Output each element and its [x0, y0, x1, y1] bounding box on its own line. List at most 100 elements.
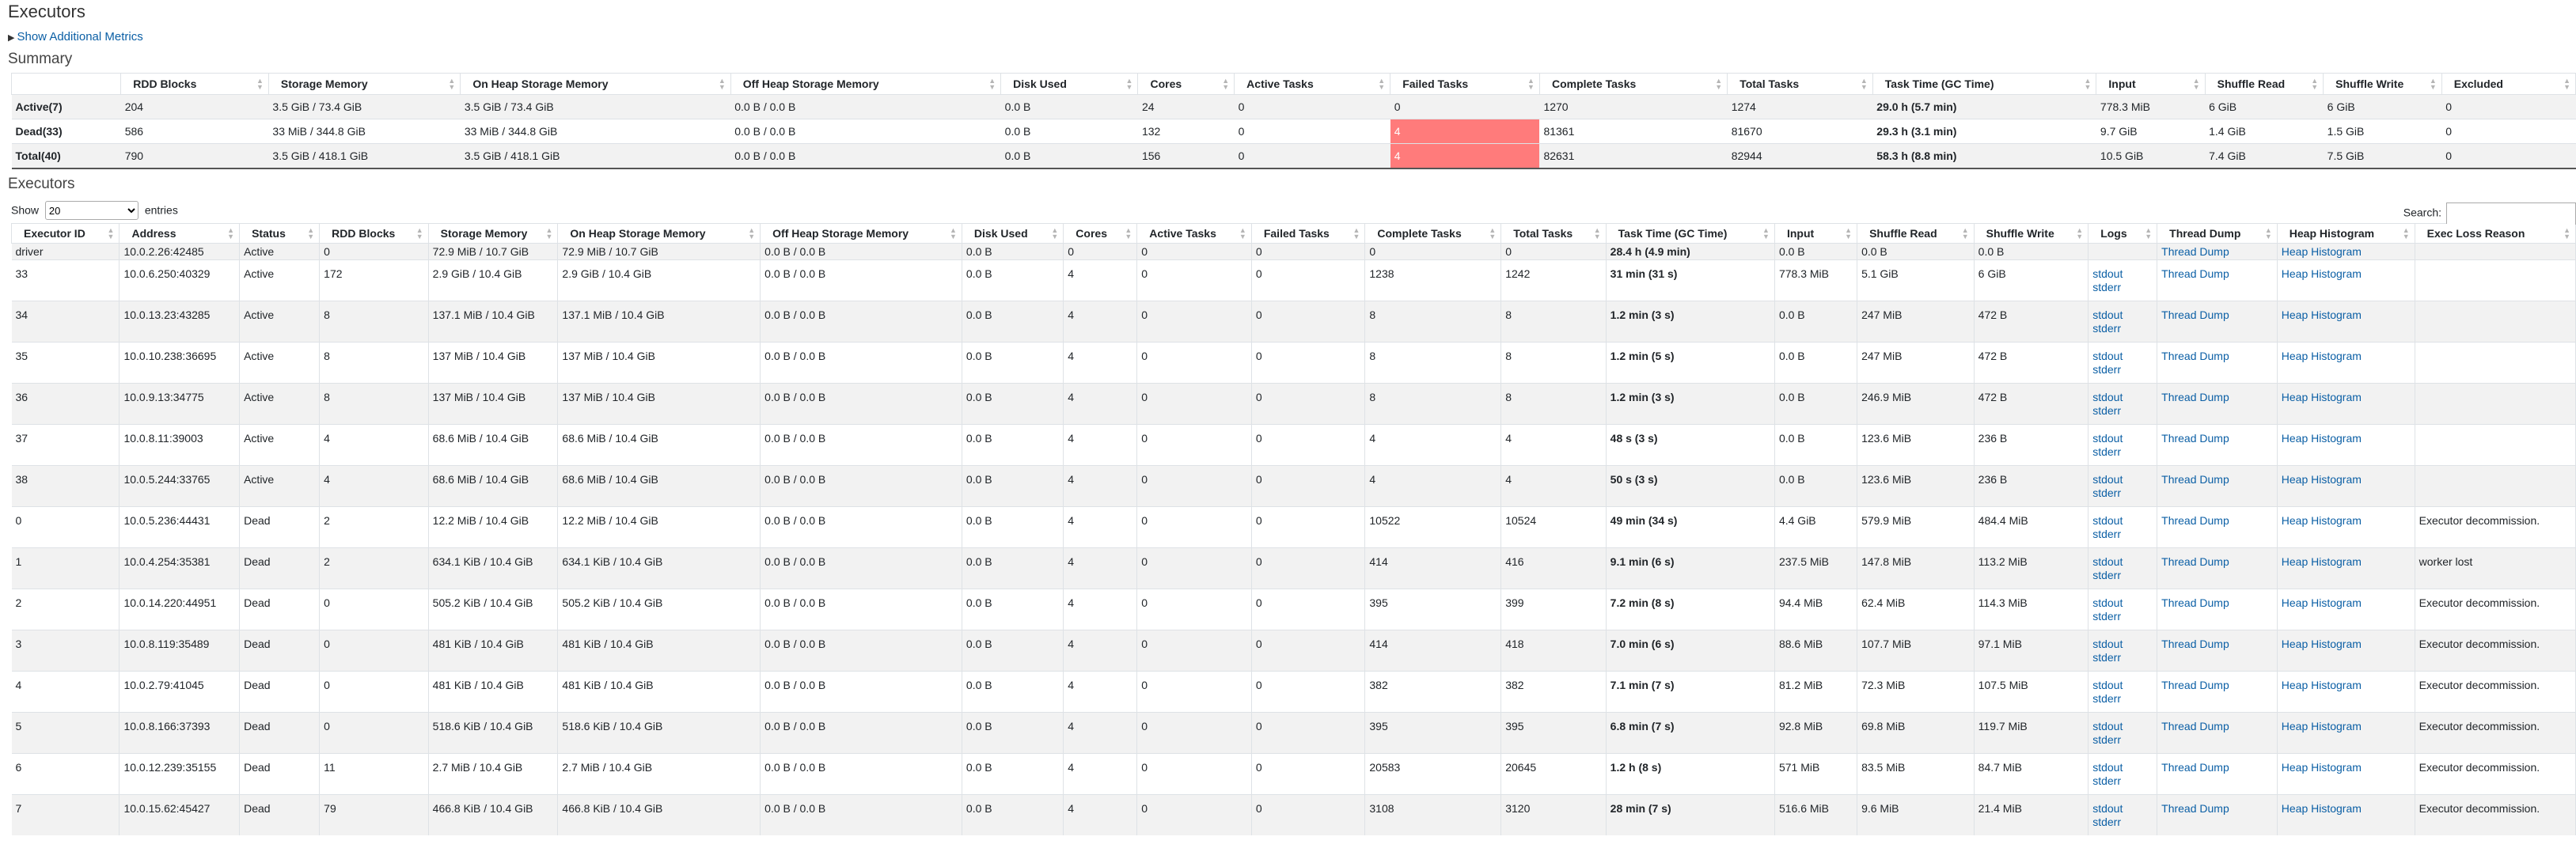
executors-header-disk-used[interactable]: Disk Used ▲ ▼	[961, 223, 1064, 244]
stderr-link[interactable]: stderr	[2092, 363, 2156, 377]
stdout-link[interactable]: stdout	[2092, 514, 2156, 528]
heap-histogram-link[interactable]: Heap Histogram	[2282, 514, 2414, 528]
summary-header-shuffle-read[interactable]: Shuffle Read ▲ ▼	[2204, 73, 2324, 95]
heap-histogram-link[interactable]: Heap Histogram	[2282, 391, 2414, 404]
executors-header-off-heap-storage-memory[interactable]: Off Heap Storage Memory ▲ ▼	[760, 223, 962, 244]
executors-header-input[interactable]: Input ▲ ▼	[1774, 223, 1858, 244]
stderr-link[interactable]: stderr	[2092, 733, 2156, 747]
stderr-link[interactable]: stderr	[2092, 486, 2156, 500]
executors-header-shuffle-write[interactable]: Shuffle Write ▲ ▼	[1973, 223, 2089, 244]
executors-header-exec-loss-reason[interactable]: Exec Loss Reason ▲ ▼	[2414, 223, 2576, 244]
thread-dump-link[interactable]: Thread Dump	[2161, 350, 2276, 363]
show-additional-metrics-toggle[interactable]: ▶ Show Additional Metrics	[8, 30, 143, 44]
stderr-link[interactable]: stderr	[2092, 445, 2156, 459]
stdout-link[interactable]: stdout	[2092, 555, 2156, 569]
thread-dump-link[interactable]: Thread Dump	[2161, 514, 2276, 528]
stderr-link[interactable]: stderr	[2092, 816, 2156, 829]
executors-header-cores[interactable]: Cores ▲ ▼	[1063, 223, 1138, 244]
summary-header-failed-tasks[interactable]: Failed Tasks ▲ ▼	[1390, 73, 1540, 95]
stderr-link[interactable]: stderr	[2092, 651, 2156, 664]
executors-header-total-tasks[interactable]: Total Tasks ▲ ▼	[1500, 223, 1607, 244]
executors-header-rdd-blocks[interactable]: RDD Blocks ▲ ▼	[319, 223, 429, 244]
summary-header-total-tasks[interactable]: Total Tasks ▲ ▼	[1727, 73, 1873, 95]
heap-histogram-link[interactable]: Heap Histogram	[2282, 308, 2414, 322]
summary-cell-active-tasks: 0	[1234, 94, 1390, 119]
summary-header-input[interactable]: Input ▲ ▼	[2096, 73, 2206, 95]
summary-header-storage-memory[interactable]: Storage Memory ▲ ▼	[267, 73, 461, 95]
heap-histogram-link[interactable]: Heap Histogram	[2282, 473, 2414, 486]
stderr-link[interactable]: stderr	[2092, 774, 2156, 788]
stdout-link[interactable]: stdout	[2092, 391, 2156, 404]
thread-dump-link[interactable]: Thread Dump	[2161, 267, 2276, 281]
executors-header-storage-memory[interactable]: Storage Memory ▲ ▼	[427, 223, 559, 244]
thread-dump-link[interactable]: Thread Dump	[2161, 679, 2276, 692]
thread-dump-link[interactable]: Thread Dump	[2161, 638, 2276, 651]
executors-header-on-heap-storage-memory[interactable]: On Heap Storage Memory ▲ ▼	[557, 223, 761, 244]
thread-dump-link[interactable]: Thread Dump	[2161, 473, 2276, 486]
thread-dump-link[interactable]: Thread Dump	[2161, 432, 2276, 445]
executors-header-shuffle-read[interactable]: Shuffle Read ▲ ▼	[1857, 223, 1975, 244]
heap-histogram-link[interactable]: Heap Histogram	[2282, 350, 2414, 363]
stdout-link[interactable]: stdout	[2092, 720, 2156, 733]
summary-header-excluded[interactable]: Excluded ▲ ▼	[2441, 73, 2576, 95]
summary-header-disk-used[interactable]: Disk Used ▲ ▼	[1000, 73, 1139, 95]
stderr-link[interactable]: stderr	[2092, 322, 2156, 335]
heap-histogram-link[interactable]: Heap Histogram	[2282, 638, 2414, 651]
summary-header-off-heap-storage-memory[interactable]: Off Heap Storage Memory ▲ ▼	[730, 73, 1002, 95]
stdout-link[interactable]: stdout	[2092, 679, 2156, 692]
stderr-link[interactable]: stderr	[2092, 281, 2156, 294]
entries-per-page-select[interactable]: 20	[44, 201, 138, 220]
executors-header-status[interactable]: Status ▲ ▼	[239, 223, 321, 244]
executors-header-thread-dump[interactable]: Thread Dump ▲ ▼	[2157, 223, 2278, 244]
executors-header-heap-histogram[interactable]: Heap Histogram ▲ ▼	[2276, 223, 2415, 244]
executors-header-executor-id[interactable]: Executor ID ▲ ▼	[10, 223, 120, 244]
summary-header-complete-tasks[interactable]: Complete Tasks ▲ ▼	[1538, 73, 1728, 95]
heap-histogram-link[interactable]: Heap Histogram	[2282, 432, 2414, 445]
stderr-link[interactable]: stderr	[2092, 692, 2156, 706]
thread-dump-link[interactable]: Thread Dump	[2161, 308, 2276, 322]
heap-histogram-link[interactable]: Heap Histogram	[2282, 596, 2414, 610]
heap-histogram-link[interactable]: Heap Histogram	[2282, 679, 2414, 692]
heap-histogram-link[interactable]: Heap Histogram	[2282, 802, 2414, 816]
thread-dump-link[interactable]: Thread Dump	[2161, 245, 2276, 259]
heap-histogram-link[interactable]: Heap Histogram	[2282, 720, 2414, 733]
executors-header-complete-tasks[interactable]: Complete Tasks ▲ ▼	[1364, 223, 1502, 244]
stdout-link[interactable]: stdout	[2092, 802, 2156, 816]
executors-header-logs[interactable]: Logs ▲ ▼	[2088, 223, 2158, 244]
stderr-link[interactable]: stderr	[2092, 569, 2156, 582]
stdout-link[interactable]: stdout	[2092, 473, 2156, 486]
caret-right-icon: ▶	[8, 33, 15, 43]
heap-histogram-link[interactable]: Heap Histogram	[2282, 267, 2414, 281]
thread-dump-link[interactable]: Thread Dump	[2161, 391, 2276, 404]
stdout-link[interactable]: stdout	[2092, 596, 2156, 610]
stderr-link[interactable]: stderr	[2092, 528, 2156, 541]
executors-header-address[interactable]: Address ▲ ▼	[119, 223, 241, 244]
executors-header-task-time-gc-time[interactable]: Task Time (GC Time) ▲ ▼	[1605, 223, 1775, 244]
stdout-link[interactable]: stdout	[2092, 638, 2156, 651]
summary-table: RDD Blocks ▲ ▼ Storage Memory ▲ ▼ On Heap Stor…	[10, 73, 2576, 169]
executors-header-active-tasks[interactable]: Active Tasks ▲ ▼	[1136, 223, 1252, 244]
stdout-link[interactable]: stdout	[2092, 432, 2156, 445]
thread-dump-link[interactable]: Thread Dump	[2161, 802, 2276, 816]
stdout-link[interactable]: stdout	[2092, 267, 2156, 281]
summary-header-cores[interactable]: Cores ▲ ▼	[1137, 73, 1235, 95]
heap-histogram-link[interactable]: Heap Histogram	[2282, 555, 2414, 569]
summary-header-rdd-blocks[interactable]: RDD Blocks ▲ ▼	[120, 73, 269, 95]
summary-header-active-tasks[interactable]: Active Tasks ▲ ▼	[1234, 73, 1391, 95]
stdout-link[interactable]: stdout	[2092, 350, 2156, 363]
executors-header-failed-tasks[interactable]: Failed Tasks ▲ ▼	[1250, 223, 1366, 244]
stdout-link[interactable]: stdout	[2092, 761, 2156, 774]
summary-header-shuffle-write[interactable]: Shuffle Write ▲ ▼	[2323, 73, 2442, 95]
heap-histogram-link[interactable]: Heap Histogram	[2282, 245, 2414, 259]
thread-dump-link[interactable]: Thread Dump	[2161, 761, 2276, 774]
heap-histogram-link[interactable]: Heap Histogram	[2282, 761, 2414, 774]
stdout-link[interactable]: stdout	[2092, 308, 2156, 322]
stderr-link[interactable]: stderr	[2092, 610, 2156, 623]
thread-dump-link[interactable]: Thread Dump	[2161, 596, 2276, 610]
search-input[interactable]	[2446, 203, 2576, 225]
summary-header-task-time-gc-time[interactable]: Task Time (GC Time) ▲ ▼	[1872, 73, 2097, 95]
thread-dump-link[interactable]: Thread Dump	[2161, 720, 2276, 733]
thread-dump-link[interactable]: Thread Dump	[2161, 555, 2276, 569]
stderr-link[interactable]: stderr	[2092, 404, 2156, 418]
summary-header-on-heap-storage-memory[interactable]: On Heap Storage Memory ▲ ▼	[460, 73, 731, 95]
